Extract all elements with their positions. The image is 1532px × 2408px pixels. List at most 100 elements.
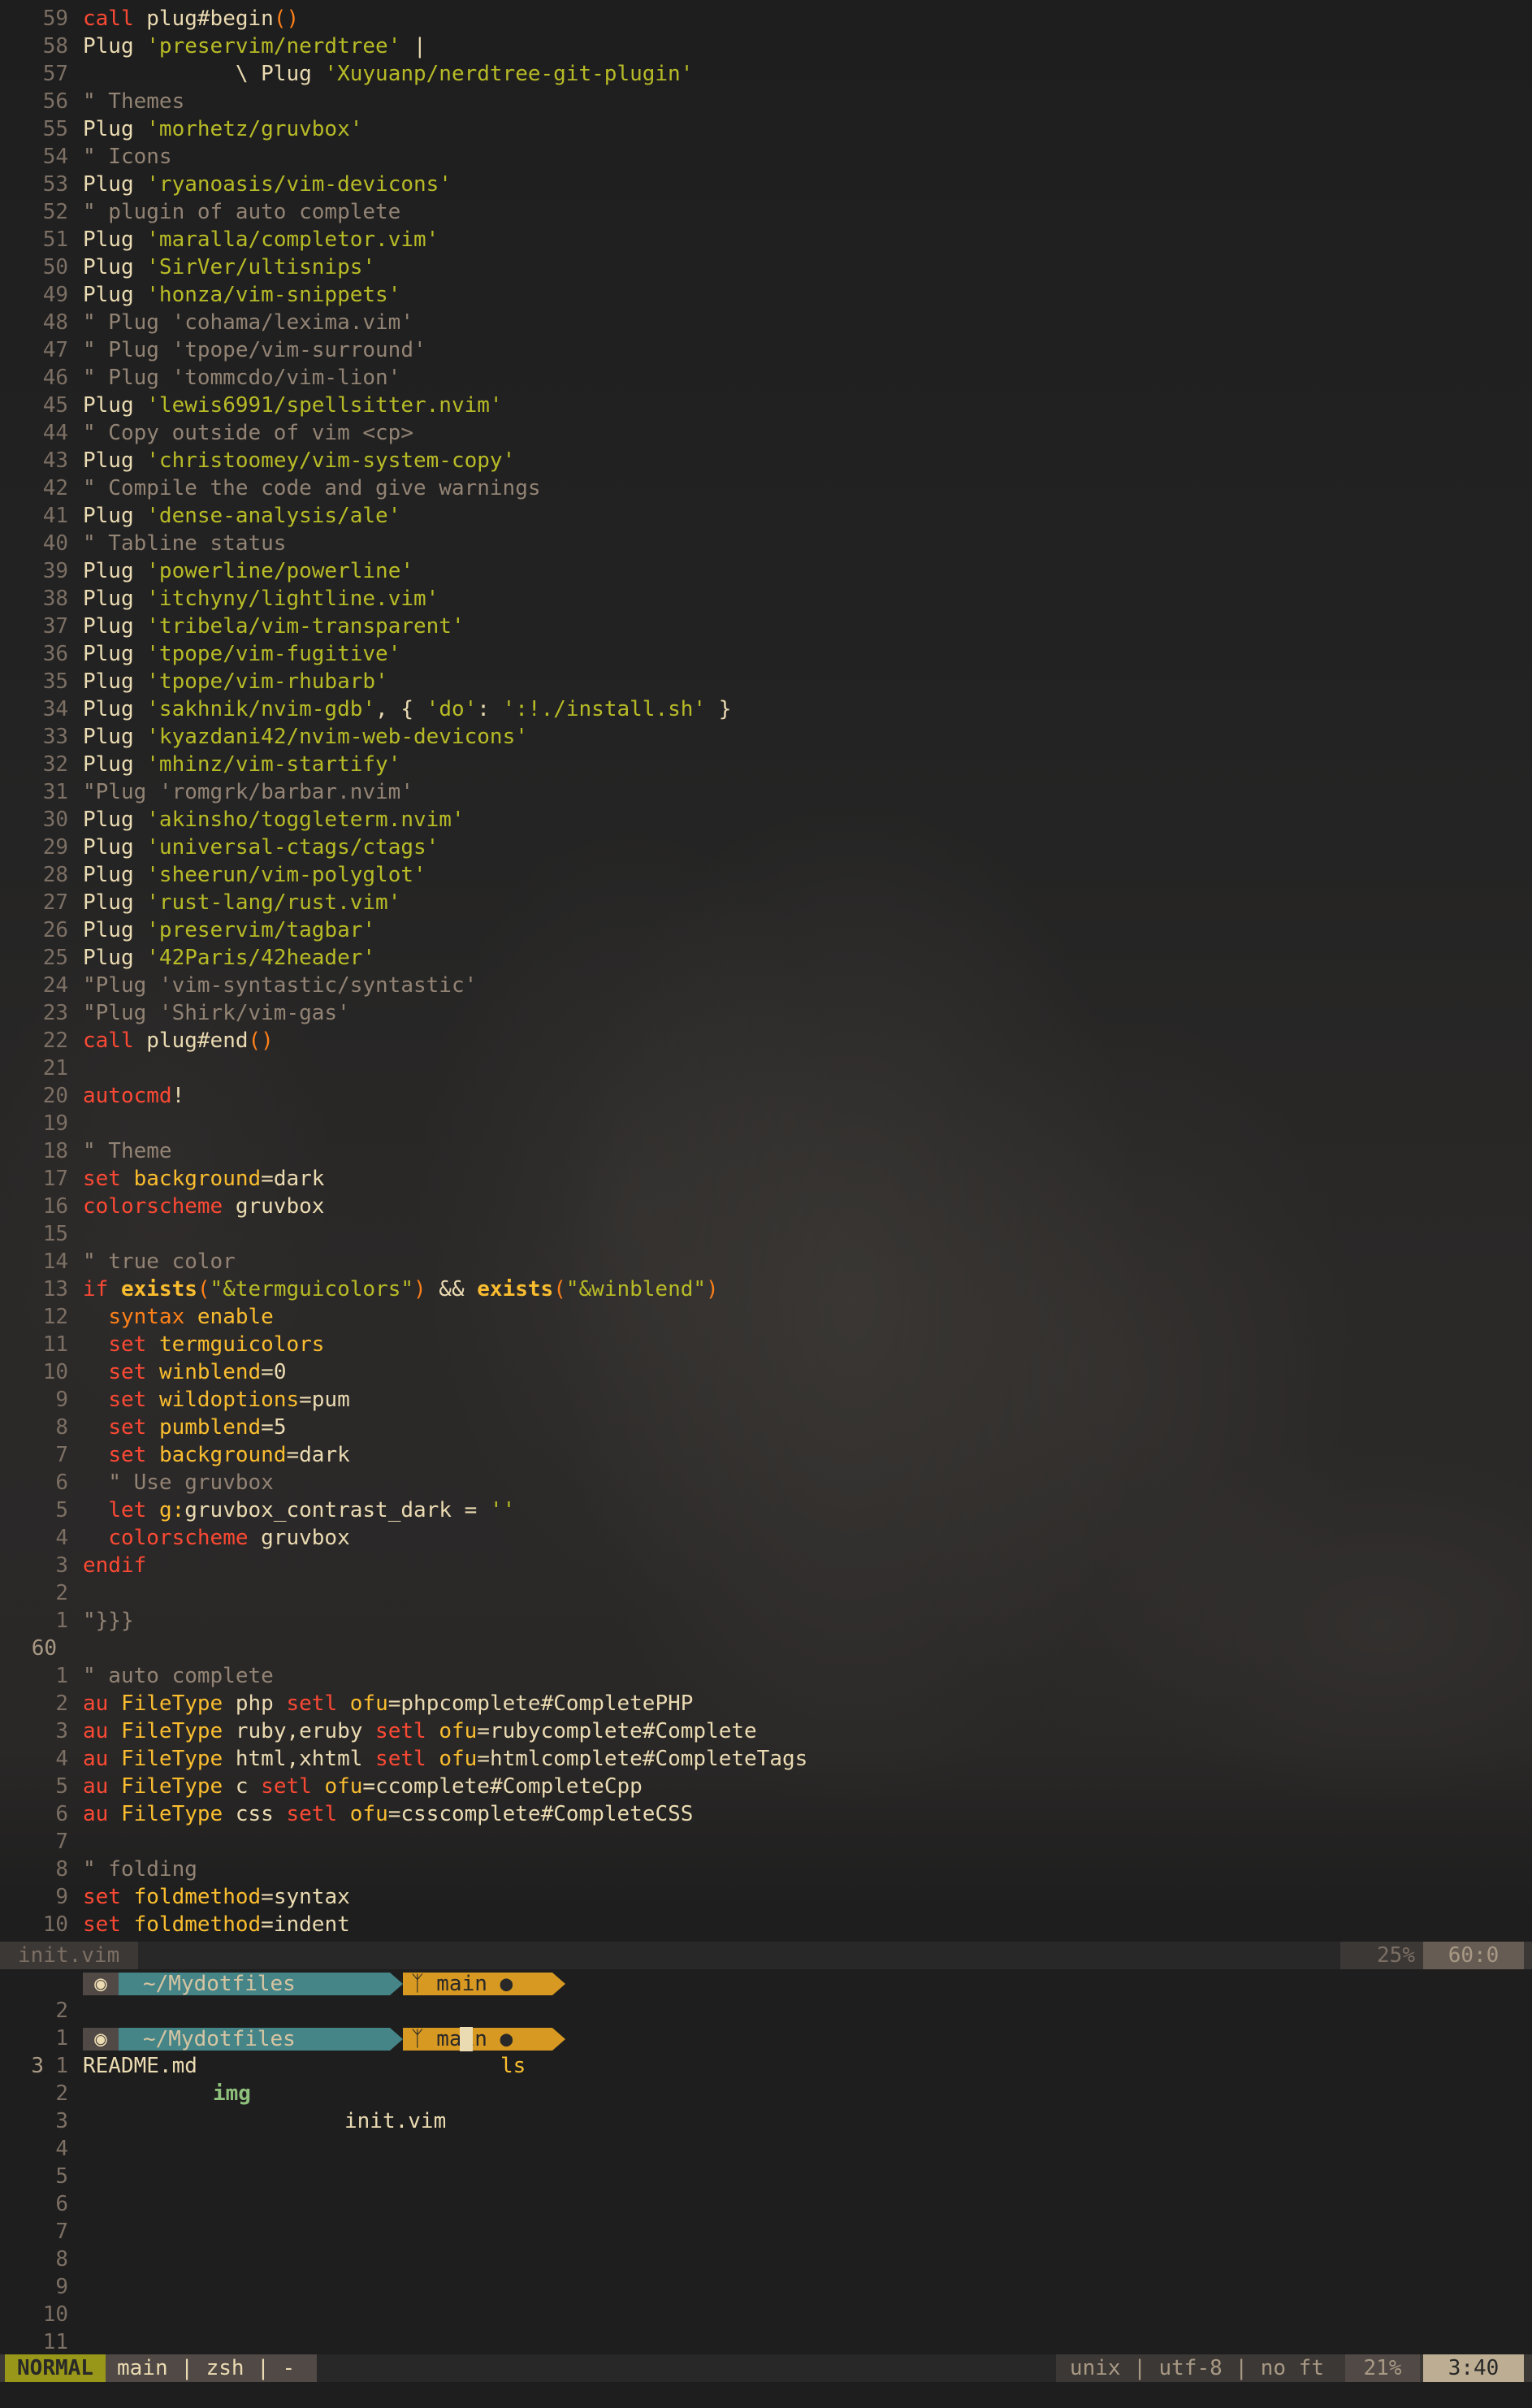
line-number: 52	[42, 200, 68, 224]
code-line[interactable]: 9 set foldmethod=syntax	[0, 1883, 1532, 1911]
code-text: Plug 'maralla/completor.vim'	[83, 227, 439, 252]
line-number: 56	[42, 89, 68, 114]
code-line[interactable]: 54 " Icons	[0, 143, 1532, 171]
code-line[interactable]: 19	[0, 1110, 1532, 1137]
code-line[interactable]: 27 Plug 'rust-lang/rust.vim'	[0, 889, 1532, 916]
code-line[interactable]: 18 " Theme	[0, 1137, 1532, 1165]
code-line[interactable]: 51 Plug 'maralla/completor.vim'	[0, 226, 1532, 253]
code-line[interactable]: 52 " plugin of auto complete	[0, 198, 1532, 226]
code-line[interactable]: 57 \ Plug 'Xuyuanp/nerdtree-git-plugin'	[0, 60, 1532, 88]
code-line[interactable]: 30 Plug 'akinsho/toggleterm.nvim'	[0, 806, 1532, 834]
terminal-empty-line: 10	[0, 2301, 1532, 2328]
terminal-prompt-line[interactable]: 3 ◉ ~/Mydotfiles ᛉ main ●	[0, 2025, 1532, 2078]
code-line[interactable]: 60	[0, 1635, 1532, 1662]
code-line[interactable]: 48 " Plug 'cohama/lexima.vim'	[0, 309, 1532, 336]
code-line[interactable]: 6 " Use gruvbox	[0, 1469, 1532, 1496]
code-text: set pumblend=5	[108, 1415, 287, 1440]
code-line[interactable]: 32 Plug 'mhinz/vim-startify'	[0, 751, 1532, 778]
code-line[interactable]: 45 Plug 'lewis6991/spellsitter.nvim'	[0, 392, 1532, 419]
code-line[interactable]: 16 colorscheme gruvbox	[0, 1193, 1532, 1220]
code-line[interactable]: 23 "Plug 'Shirk/vim-gas'	[0, 999, 1532, 1027]
code-line[interactable]: 34 Plug 'sakhnik/nvim-gdb', { 'do': ':!./…	[0, 695, 1532, 723]
code-line[interactable]: 14 " true color	[0, 1248, 1532, 1275]
code-line[interactable]: 47 " Plug 'tpope/vim-surround'	[0, 336, 1532, 364]
code-line[interactable]: 58 Plug 'preservim/nerdtree' |	[0, 32, 1532, 60]
code-line[interactable]: 15	[0, 1220, 1532, 1248]
code-line[interactable]: 5 au FileType c setl ofu=ccomplete#Comple…	[0, 1773, 1532, 1800]
terminal-empty-line: 5	[0, 2163, 1532, 2190]
code-line[interactable]: 59 call plug#begin()	[0, 5, 1532, 32]
code-line[interactable]: 6 au FileType css setl ofu=csscomplete#Co…	[0, 1800, 1532, 1828]
code-line[interactable]: 39 Plug 'powerline/powerline'	[0, 557, 1532, 585]
code-line[interactable]: 31 "Plug 'romgrk/barbar.nvim'	[0, 778, 1532, 806]
code-line[interactable]: 5 let g:gruvbox_contrast_dark = ''	[0, 1496, 1532, 1524]
code-line[interactable]: 3 au FileType ruby,eruby setl ofu=rubycom…	[0, 1717, 1532, 1745]
code-line[interactable]: 26 Plug 'preservim/tagbar'	[0, 916, 1532, 944]
status-filler	[138, 1942, 1340, 1969]
code-line[interactable]: 35 Plug 'tpope/vim-rhubarb'	[0, 668, 1532, 695]
line-number: 39	[42, 559, 68, 583]
line-number: 6	[55, 1802, 68, 1826]
code-line[interactable]: 10 set winblend=0	[0, 1358, 1532, 1386]
line-number: 2	[55, 2081, 68, 2106]
code-text: Plug 'honza/vim-snippets'	[83, 283, 401, 307]
line-number: 31	[42, 780, 68, 804]
code-line[interactable]: 8 set pumblend=5	[0, 1414, 1532, 1441]
code-line[interactable]: 4 colorscheme gruvbox	[0, 1524, 1532, 1552]
code-text: call plug#end()	[83, 1029, 274, 1053]
code-text: set termguicolors	[108, 1332, 325, 1357]
code-text: syntax enable	[108, 1305, 274, 1329]
code-line[interactable]: 44 " Copy outside of vim <cp>	[0, 419, 1532, 447]
code-line[interactable]: 12 syntax enable	[0, 1303, 1532, 1331]
code-line[interactable]: 24 "Plug 'vim-syntastic/syntastic'	[0, 972, 1532, 999]
code-line[interactable]: 41 Plug 'dense-analysis/ale'	[0, 502, 1532, 530]
code-line[interactable]: 21	[0, 1055, 1532, 1082]
code-line[interactable]: 33 Plug 'kyazdani42/nvim-web-devicons'	[0, 723, 1532, 751]
code-line[interactable]: 3 endif	[0, 1552, 1532, 1579]
code-line[interactable]: 22 call plug#end()	[0, 1027, 1532, 1055]
code-line[interactable]: 29 Plug 'universal-ctags/ctags'	[0, 834, 1532, 861]
code-line[interactable]: 46 " Plug 'tommcdo/vim-lion'	[0, 364, 1532, 392]
code-line[interactable]: 2 au FileType php setl ofu=phpcomplete#Co…	[0, 1690, 1532, 1717]
code-line[interactable]: 11 set termguicolors	[0, 1331, 1532, 1358]
code-line[interactable]: 55 Plug 'morhetz/gruvbox'	[0, 115, 1532, 143]
code-line[interactable]: 43 Plug 'christoomey/vim-system-copy'	[0, 447, 1532, 474]
code-line[interactable]: 37 Plug 'tribela/vim-transparent'	[0, 613, 1532, 640]
line-number: 27	[42, 890, 68, 915]
line-number: 13	[42, 1277, 68, 1301]
code-line[interactable]: 25 Plug '42Paris/42header'	[0, 944, 1532, 972]
mode-indicator: NORMAL	[5, 2354, 106, 2382]
line-number: 11	[42, 2330, 68, 2354]
line-number: 25	[42, 946, 68, 970]
code-text: Plug 'kyazdani42/nvim-web-devicons'	[83, 725, 528, 749]
code-line[interactable]: 17 set background=dark	[0, 1165, 1532, 1193]
code-line[interactable]: 2	[0, 1579, 1532, 1607]
line-number: 7	[55, 1830, 68, 1854]
code-text: au FileType c setl ofu=ccomplete#Complet…	[83, 1774, 643, 1799]
code-line[interactable]: 13 if exists("&termguicolors") && exists(…	[0, 1275, 1532, 1303]
code-line[interactable]: 38 Plug 'itchyny/lightline.vim'	[0, 585, 1532, 613]
code-line[interactable]: 1 " auto complete	[0, 1662, 1532, 1690]
code-text: autocmd!	[83, 1084, 185, 1108]
code-line[interactable]: 1 "}}}	[0, 1607, 1532, 1635]
apple-icon: ◉	[83, 1973, 119, 1995]
code-line[interactable]: 28 Plug 'sheerun/vim-polyglot'	[0, 861, 1532, 889]
code-line[interactable]: 20 autocmd!	[0, 1082, 1532, 1110]
code-line[interactable]: 40 " Tabline status	[0, 530, 1532, 557]
code-line[interactable]: 56 " Themes	[0, 88, 1532, 115]
line-number: 23	[42, 1001, 68, 1025]
code-line[interactable]: 4 au FileType html,xhtml setl ofu=htmlcom…	[0, 1745, 1532, 1773]
code-line[interactable]: 49 Plug 'honza/vim-snippets'	[0, 281, 1532, 309]
terminal-empty-line: 11	[0, 2328, 1532, 2356]
code-line[interactable]: 10 set foldmethod=indent	[0, 1911, 1532, 1938]
code-line[interactable]: 8 " folding	[0, 1856, 1532, 1883]
code-line[interactable]: 36 Plug 'tpope/vim-fugitive'	[0, 640, 1532, 668]
code-line[interactable]: 9 set wildoptions=pum	[0, 1386, 1532, 1414]
code-line[interactable]: 7 set background=dark	[0, 1441, 1532, 1469]
code-line[interactable]: 53 Plug 'ryanoasis/vim-devicons'	[0, 171, 1532, 198]
code-line[interactable]: 50 Plug 'SirVer/ultisnips'	[0, 253, 1532, 281]
line-number: 54	[42, 145, 68, 169]
code-line[interactable]: 42 " Compile the code and give warnings	[0, 474, 1532, 502]
line-number: 5	[55, 1774, 68, 1799]
code-line[interactable]: 7	[0, 1828, 1532, 1856]
